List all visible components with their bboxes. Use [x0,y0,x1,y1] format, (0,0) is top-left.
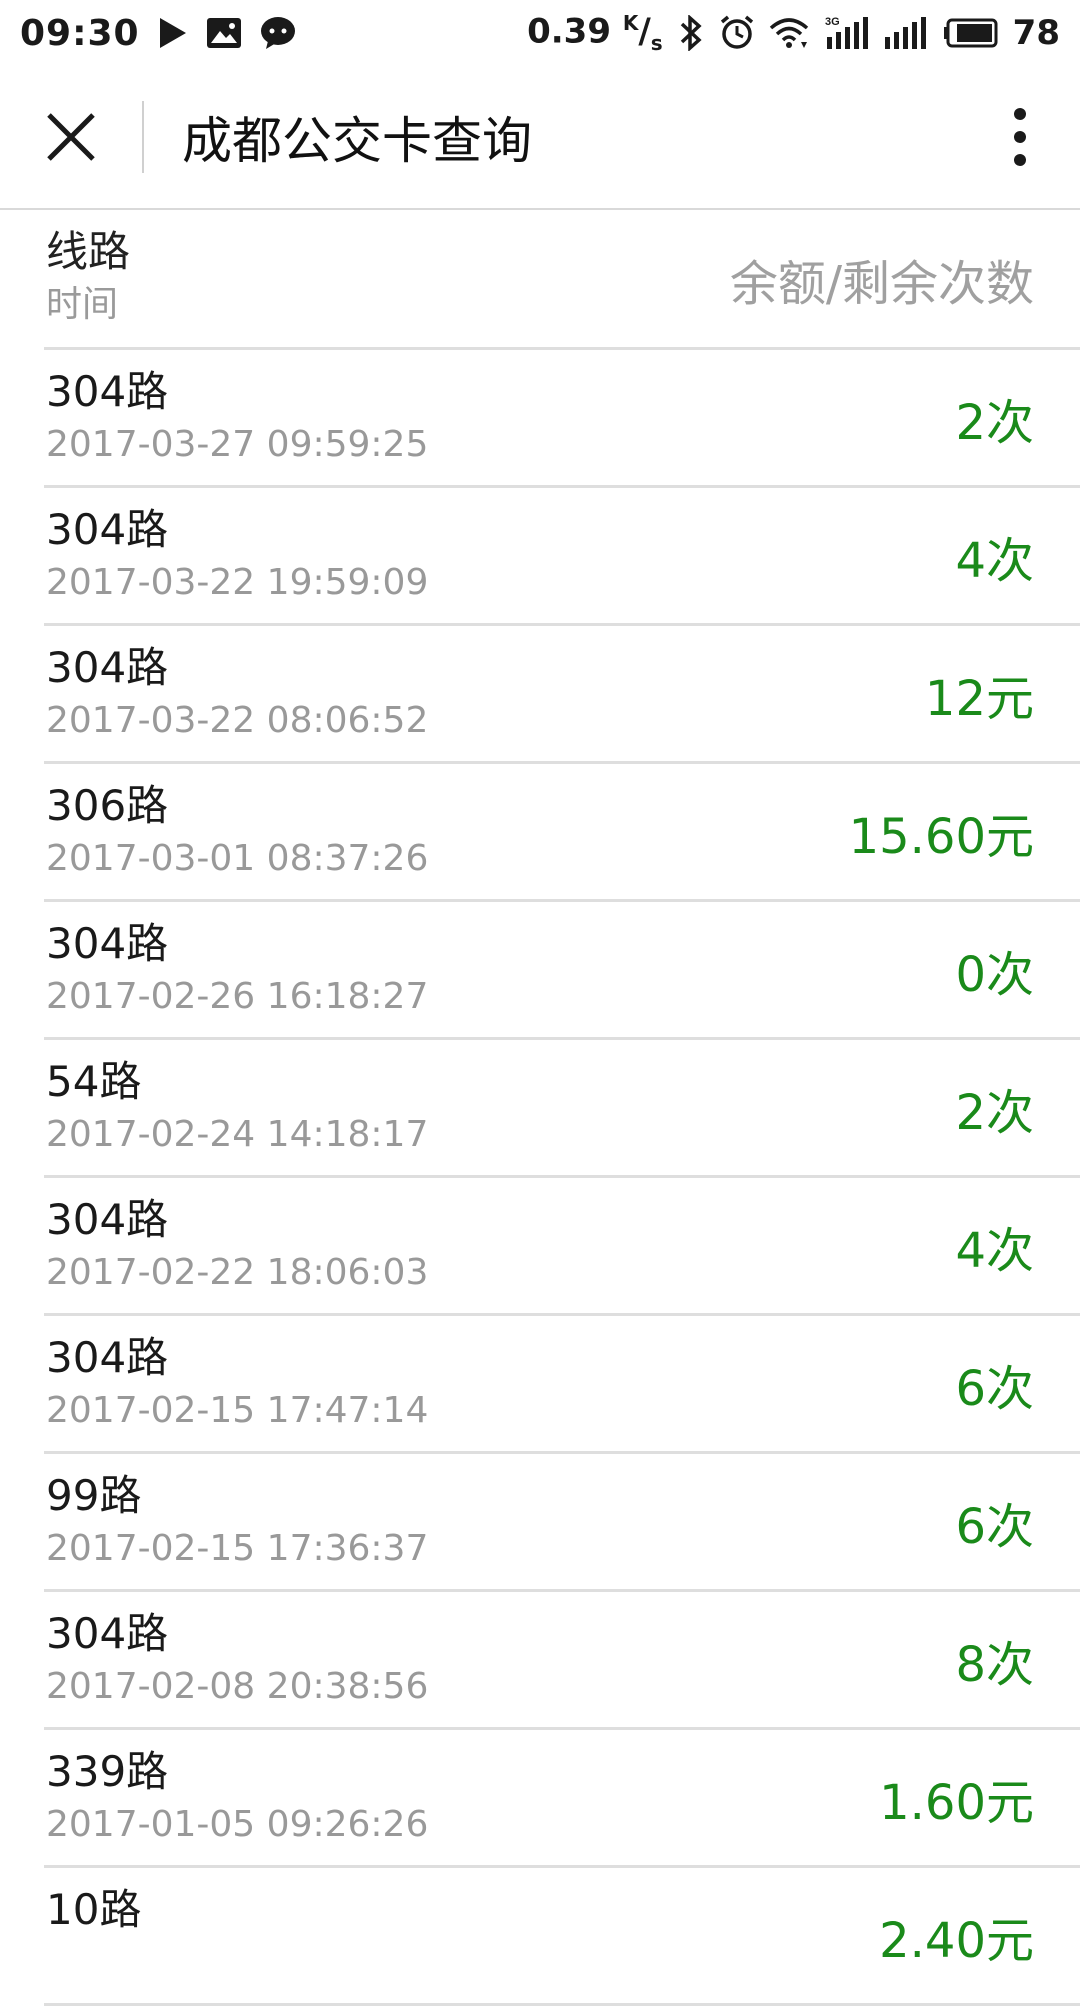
column-amount-label: 余额/剩余次数 [729,255,1034,312]
balance-amount: 6次 [955,1498,1034,1555]
route-name: 10路 [46,1885,142,1934]
list-item[interactable]: 304路 2017-03-22 08:06:52 12元 [44,626,1080,764]
balance-amount: 1.60元 [879,1774,1034,1831]
route-name: 306路 [46,781,169,830]
balance-amount: 4次 [955,1222,1034,1279]
play-icon [158,17,188,49]
list-item[interactable]: 306路 2017-03-01 08:37:26 15.60元 [44,764,1080,902]
ride-time: 2017-03-01 08:37:26 [46,838,429,879]
transaction-list: 线路 时间 余额/剩余次数 304路 2017-03-27 09:59:25 2次 3… [0,210,1080,2006]
list-item[interactable]: 99路 2017-02-15 17:36:37 6次 [44,1454,1080,1592]
list-item-left: 304路 2017-03-22 08:06:52 [46,640,428,746]
signal-3g-icon: 3G [823,15,869,51]
route-name: 304路 [46,367,169,416]
list-item[interactable]: 304路 2017-03-27 09:59:25 2次 [44,350,1080,488]
balance-amount: 0次 [955,946,1034,1003]
status-bar: 09:30 0.39 K/s 3G 78 [0,0,1080,66]
list-item-left: 304路 2017-03-27 09:59:25 [46,364,428,470]
route-name: 304路 [46,1195,169,1244]
balance-amount: 6次 [955,1360,1034,1417]
battery-level: 78 [1012,13,1060,53]
image-icon [206,17,242,49]
title-divider [142,101,144,173]
balance-amount: 2.40元 [879,1912,1034,1969]
route-name: 304路 [46,1333,169,1382]
list-header: 线路 时间 余额/剩余次数 [44,210,1080,350]
battery-icon [943,17,999,49]
close-icon [47,113,95,161]
route-name: 304路 [46,643,169,692]
list-header-left: 线路 时间 [46,224,130,330]
list-item-left: 304路 2017-02-08 20:38:56 [46,1606,428,1712]
title-bar: 成都公交卡查询 [0,66,1080,210]
ride-time: 2017-02-24 14:18:17 [46,1114,429,1155]
ride-time: 2017-02-15 17:36:37 [46,1528,429,1569]
ride-time: 2017-01-05 09:26:26 [46,1804,429,1845]
ride-time: 2017-02-22 18:06:03 [46,1252,429,1293]
route-name: 54路 [46,1057,142,1106]
signal-icon [883,15,929,51]
route-name: 99路 [46,1471,142,1520]
list-item[interactable]: 339路 2017-01-05 09:26:26 1.60元 [44,1730,1080,1868]
balance-amount: 2次 [955,394,1034,451]
network-speed-unit-top: K [622,10,639,35]
list-item-left: 99路 2017-02-15 17:36:37 [46,1468,428,1574]
close-button[interactable] [0,66,142,208]
list-item[interactable]: 304路 2017-02-22 18:06:03 4次 [44,1178,1080,1316]
ride-time: 2017-03-27 09:59:25 [46,424,429,465]
status-time: 09:30 [20,12,140,54]
list-item-left: 306路 2017-03-01 08:37:26 [46,778,428,884]
records-container: 304路 2017-03-27 09:59:25 2次 304路 2017-03-22 … [0,350,1080,2006]
list-item[interactable]: 304路 2017-02-08 20:38:56 8次 [44,1592,1080,1730]
list-item-left: 304路 2017-02-22 18:06:03 [46,1192,428,1298]
list-item-left: 54路 2017-02-24 14:18:17 [46,1054,428,1160]
list-item[interactable]: 304路 2017-03-22 19:59:09 4次 [44,488,1080,626]
list-item-left: 304路 2017-02-26 16:18:27 [46,916,428,1022]
alarm-icon [719,15,755,51]
network-speed: 0.39 K/s [527,10,663,56]
ride-time: 2017-02-08 20:38:56 [46,1666,429,1707]
list-item-left: 304路 2017-03-22 19:59:09 [46,502,428,608]
route-name: 304路 [46,919,169,968]
balance-amount: 15.60元 [848,808,1034,865]
ride-time: 2017-03-22 08:06:52 [46,700,429,741]
ride-time: 2017-02-15 17:47:14 [46,1390,429,1431]
list-item-left: 304路 2017-02-15 17:47:14 [46,1330,428,1436]
ride-time: 2017-02-26 16:18:27 [46,976,429,1017]
balance-amount: 4次 [955,532,1034,589]
wifi-icon [769,16,809,50]
network-speed-unit-bottom: s [650,31,663,56]
list-item[interactable]: 304路 2017-02-15 17:47:14 6次 [44,1316,1080,1454]
page-title: 成都公交卡查询 [182,112,532,170]
route-name: 304路 [46,505,169,554]
more-vertical-icon [1014,108,1026,166]
balance-amount: 2次 [955,1084,1034,1141]
list-item[interactable]: 10路 2.40元 [44,1868,1080,2006]
list-item[interactable]: 54路 2017-02-24 14:18:17 2次 [44,1040,1080,1178]
list-item-left: 10路 [46,1882,141,1938]
route-name: 304路 [46,1609,169,1658]
list-item-left: 339路 2017-01-05 09:26:26 [46,1744,428,1850]
balance-amount: 8次 [955,1636,1034,1693]
ride-time: 2017-03-22 19:59:09 [46,562,429,603]
list-item[interactable]: 304路 2017-02-26 16:18:27 0次 [44,902,1080,1040]
balance-amount: 12元 [924,670,1034,727]
column-route-label: 线路 [46,227,131,276]
bluetooth-icon [677,15,705,51]
network-type-label: 3G [825,16,840,28]
network-speed-value: 0.39 [527,11,611,52]
chat-icon [260,16,296,50]
route-name: 339路 [46,1747,169,1796]
column-time-label: 时间 [46,284,119,325]
more-options-button[interactable] [960,66,1080,208]
